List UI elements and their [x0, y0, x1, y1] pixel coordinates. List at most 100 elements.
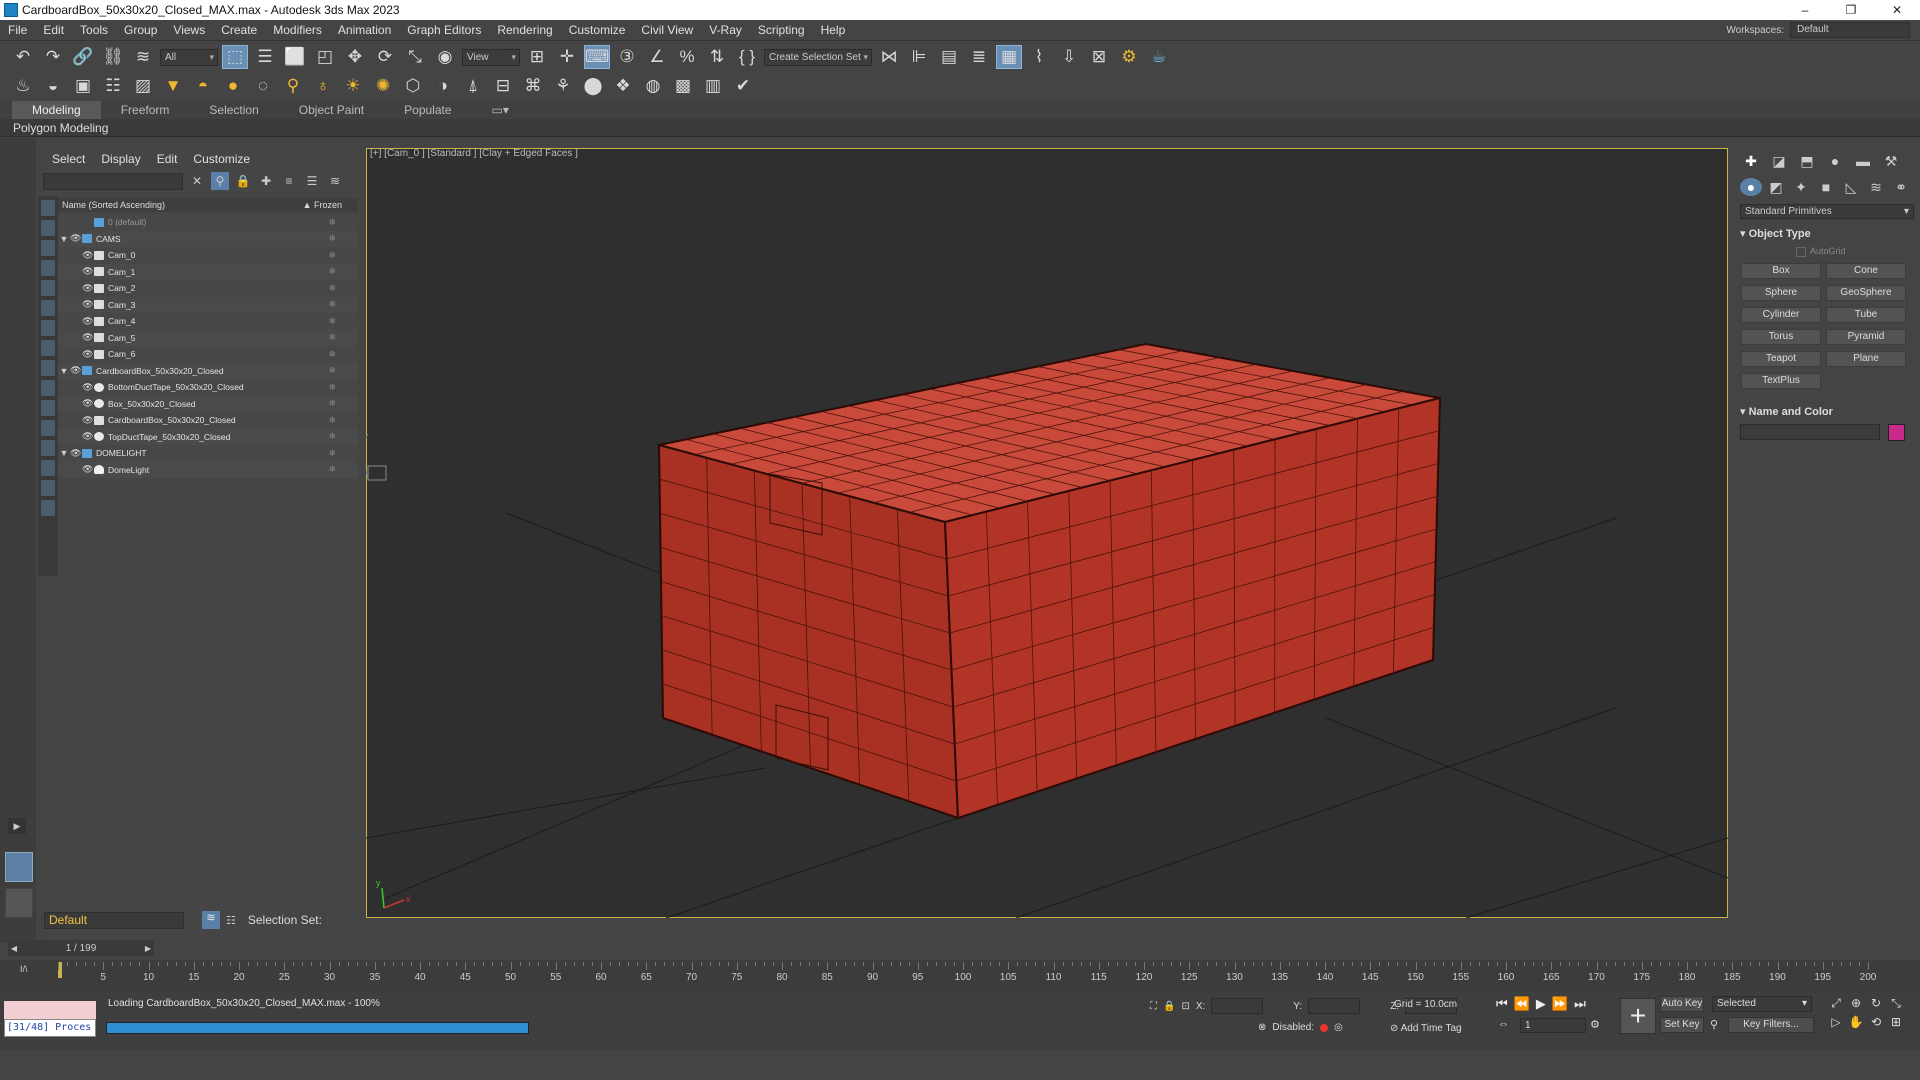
torus-button[interactable]: Torus [1741, 328, 1821, 345]
vray-fur-icon[interactable]: ◑ [430, 74, 456, 98]
table-row[interactable]: ▼ 👁 CardboardBox_50x30x20_Closed ❄ [58, 362, 358, 379]
explorer-menu-customize[interactable]: Customize [193, 152, 250, 166]
menu-civil-view[interactable]: Civil View [633, 23, 701, 37]
time-configuration-icon[interactable]: ⚙ [1590, 1018, 1600, 1031]
filter-spacewarps-icon[interactable] [41, 300, 55, 316]
scene-converter-icon[interactable]: ▨ [130, 74, 156, 98]
tab-freeform[interactable]: Freeform [101, 101, 190, 119]
sky-icon[interactable]: ✺ [370, 74, 396, 98]
zoom-icon[interactable]: ⤢ [1828, 996, 1844, 1011]
select-by-name-icon[interactable]: ☰ [252, 45, 278, 69]
chaos-cosmos-icon[interactable]: ◍ [640, 74, 666, 98]
vray-decal-icon[interactable]: ⊟ [490, 74, 516, 98]
menu-animation[interactable]: Animation [330, 23, 399, 37]
menu-group[interactable]: Group [116, 23, 165, 37]
viewport-layout-tab-1[interactable] [5, 852, 33, 882]
key-filters-button[interactable]: Key Filters... [1728, 1017, 1814, 1033]
align-icon[interactable]: ⊫ [906, 45, 932, 69]
viewcube-icon[interactable] [366, 433, 387, 481]
adaptive-degradation-icon[interactable]: ⊗ [1258, 1022, 1266, 1033]
toggle-layer-explorer-icon[interactable]: ≣ [966, 45, 992, 69]
filter-icon[interactable]: ⚲ [211, 172, 229, 190]
table-row[interactable]: 👁 Cam_4 ❄ [58, 313, 358, 330]
display-tab-icon[interactable]: ▬ [1852, 152, 1874, 170]
column-frozen[interactable]: ▲ Frozen [303, 198, 342, 212]
column-name[interactable]: Name (Sorted Ascending) [62, 200, 165, 210]
material-editor-icon[interactable]: ⊠ [1086, 45, 1112, 69]
freeze-icon[interactable]: ❄ [328, 415, 336, 426]
visibility-eye-icon[interactable]: 👁 [82, 415, 93, 426]
file-manager-icon[interactable]: ▥ [700, 74, 726, 98]
autogrid-checkbox[interactable]: AutoGrid [1796, 246, 1920, 257]
cameras-category-icon[interactable]: ■ [1815, 178, 1837, 196]
filter-helpers-icon[interactable] [41, 280, 55, 296]
time-config-icon[interactable]: ◎ [1334, 1022, 1343, 1033]
freeze-icon[interactable]: ❄ [328, 332, 336, 343]
visibility-eye-icon[interactable]: 👁 [82, 398, 93, 409]
freeze-icon[interactable]: ❄ [328, 349, 336, 360]
table-row[interactable]: 👁 Cam_6 ❄ [58, 346, 358, 363]
layer-stack-icon[interactable]: ≡ [280, 172, 298, 190]
pan-icon[interactable]: ✋ [1848, 1015, 1864, 1029]
current-frame-field[interactable]: 1 [1520, 1018, 1586, 1033]
vfb-icon[interactable]: ▣ [70, 74, 96, 98]
rotate-icon[interactable]: ⟳ [372, 45, 398, 69]
freeze-icon[interactable]: ❄ [328, 382, 336, 393]
hierarchy-icon[interactable]: ☰ [303, 172, 321, 190]
menu-scripting[interactable]: Scripting [750, 23, 813, 37]
sphere-button[interactable]: Sphere [1741, 284, 1821, 301]
vray-light-icon[interactable]: ▼ [160, 74, 186, 98]
add-time-tag[interactable]: ⊘ Add Time Tag [1390, 1023, 1462, 1034]
tab-selection[interactable]: Selection [189, 101, 278, 119]
freeze-icon[interactable]: ❄ [328, 365, 336, 376]
track-bar-toggle-icon[interactable]: I/\ [20, 964, 28, 974]
menu-rendering[interactable]: Rendering [489, 23, 560, 37]
table-row[interactable]: 👁 Cam_0 ❄ [58, 247, 358, 264]
orbit-icon[interactable]: ↻ [1868, 996, 1884, 1011]
geosphere-button[interactable]: GeoSphere [1826, 284, 1906, 301]
filter-selection-icon[interactable] [41, 500, 55, 516]
visibility-eye-icon[interactable]: 👁 [82, 431, 93, 442]
helpers-category-icon[interactable]: ◺ [1840, 178, 1862, 196]
arc-rotate-icon[interactable]: ⟲ [1868, 1015, 1884, 1029]
filter-lights-icon[interactable] [41, 240, 55, 256]
viewport-label[interactable]: [+] [Cam_0 ] [Standard ] [Clay + Edged F… [370, 148, 578, 159]
table-row[interactable]: 👁 Cam_5 ❄ [58, 329, 358, 346]
angle-snap-icon[interactable]: ∠ [644, 45, 670, 69]
visibility-eye-icon[interactable]: 👁 [82, 464, 93, 475]
box-button[interactable]: Box [1741, 262, 1821, 279]
key-mode-toggle-icon[interactable]: ⚲ [1710, 1018, 1718, 1031]
table-row[interactable]: 👁 DomeLight ❄ [58, 461, 358, 478]
isolate-icon[interactable]: ⛶ [1150, 1001, 1157, 1012]
table-row[interactable]: 👁 Cam_1 ❄ [58, 263, 358, 280]
selection-lock-icon[interactable]: 🔒 [1163, 1001, 1175, 1012]
menu-customize[interactable]: Customize [561, 23, 634, 37]
filter-invert-icon[interactable] [41, 480, 55, 496]
x-coordinate-field[interactable] [1211, 998, 1264, 1014]
field-of-view-icon[interactable]: ▷ [1828, 1015, 1844, 1029]
y-coordinate-field[interactable] [1308, 998, 1361, 1014]
maxscript-listener[interactable]: [31/48] Proces [4, 1001, 96, 1037]
edit-named-sets-icon[interactable]: { } [734, 45, 760, 69]
visibility-eye-icon[interactable]: 👁 [70, 365, 81, 376]
collapse-icon[interactable]: ▼ [58, 448, 70, 458]
pyramid-button[interactable]: Pyramid [1826, 328, 1906, 345]
next-frame-arrow-icon[interactable]: ▶ [142, 944, 154, 953]
toggle-ribbon-icon[interactable]: ▦ [996, 45, 1022, 69]
freeze-icon[interactable]: ❄ [328, 431, 336, 442]
geometry-category-icon[interactable]: ● [1740, 178, 1762, 196]
rect-selection-icon[interactable]: ⬜ [282, 45, 308, 69]
go-to-start-icon[interactable]: ⏮ [1496, 996, 1508, 1012]
table-row[interactable]: 👁 Cam_3 ❄ [58, 296, 358, 313]
viewport-scene[interactable]: [+] [Cam_0 ] [Standard ] [Clay + Edged F… [366, 148, 1728, 918]
maxscript-input[interactable] [4, 1001, 96, 1019]
menu-file[interactable]: File [0, 23, 35, 37]
render-interactive-icon[interactable]: ◒ [40, 74, 66, 98]
filter-cameras-icon[interactable] [41, 260, 55, 276]
key-selection-dropdown[interactable]: Selected [1712, 996, 1812, 1012]
table-row[interactable]: 👁 TopDuctTape_50x30x20_Closed ❄ [58, 428, 358, 445]
spinner-snap-icon[interactable]: ⇅ [704, 45, 730, 69]
vray-proxy-icon[interactable]: ⬡ [400, 74, 426, 98]
toggle-scene-explorer-icon[interactable]: ▤ [936, 45, 962, 69]
visibility-eye-icon[interactable]: 👁 [82, 283, 93, 294]
